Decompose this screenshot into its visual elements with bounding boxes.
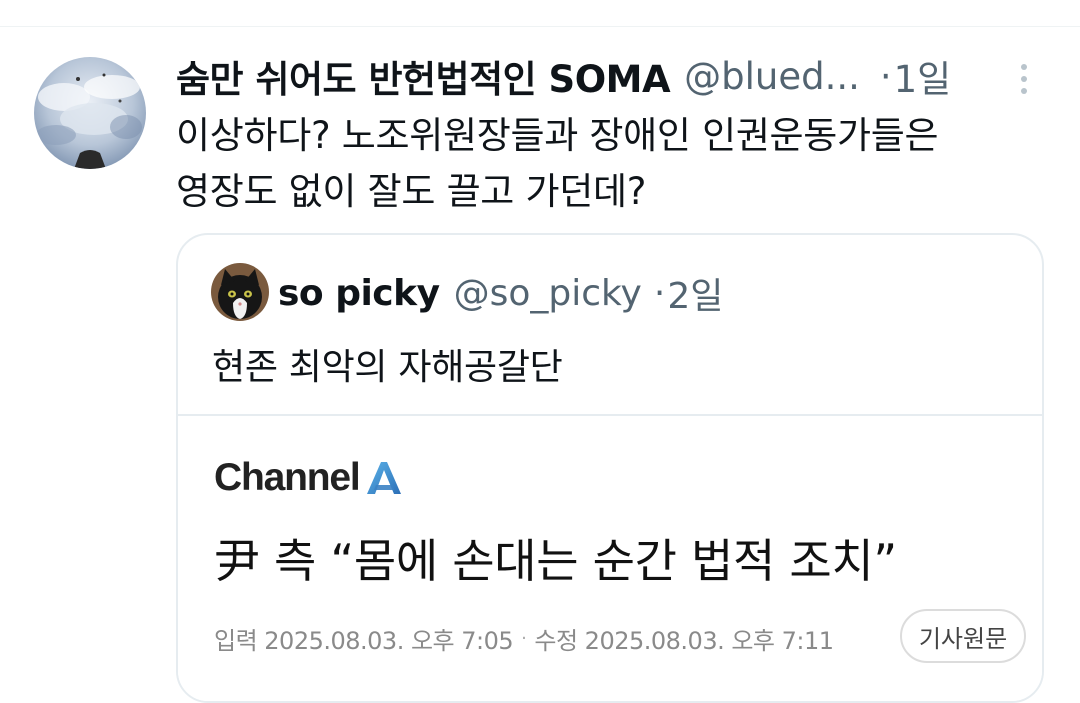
tweet-text: 이상하다? 노조위원장들과 장애인 인권운동가들은 영장도 없이 잘도 끌고 가… xyxy=(176,108,1036,220)
quote-separator-dot: · xyxy=(653,272,666,314)
original-article-button[interactable]: 기사원문 xyxy=(900,609,1026,663)
quote-user-handle[interactable]: @so_picky xyxy=(454,273,642,314)
modified-date: 수정 2025.08.03. 오후 7:11 xyxy=(534,627,834,655)
quote-timestamp[interactable]: 2일 xyxy=(667,267,723,319)
quote-tweet-card[interactable]: so picky @so_picky · 2일 현존 최악의 자해공갈단 Cha… xyxy=(176,233,1044,703)
news-brand-name: Channel xyxy=(214,456,361,499)
news-headline: 尹 측 “몸에 손대는 순간 법적 조치” xyxy=(214,534,897,588)
timestamp[interactable]: 1일 xyxy=(894,49,952,103)
channel-a-logo-icon xyxy=(367,462,402,494)
tweet-header: 숨만 쉬어도 반헌법적인 SOMA @blued... · 1일 xyxy=(176,50,1016,102)
quote-text: 현존 최악의 자해공갈단 xyxy=(212,347,563,388)
cat-avatar-image xyxy=(211,263,269,321)
quote-header: so picky @so_picky · 2일 xyxy=(278,267,723,319)
display-name[interactable]: 숨만 쉬어도 반헌법적인 SOMA xyxy=(176,49,671,103)
avatar-image xyxy=(34,57,146,169)
published-date: 입력 2025.08.03. 오후 7:05 xyxy=(214,627,514,655)
separator-dot: · xyxy=(879,54,892,98)
tweet-text-line-1: 이상하다? 노조위원장들과 장애인 인권운동가들은 xyxy=(176,114,939,157)
news-brand: Channel xyxy=(214,456,403,500)
meta-separator: · xyxy=(521,628,527,649)
quote-display-name[interactable]: so picky xyxy=(278,273,440,314)
tweet-text-line-2: 영장도 없이 잘도 끌고 가던데? xyxy=(176,170,647,213)
avatar[interactable] xyxy=(34,57,146,169)
quote-avatar[interactable] xyxy=(211,263,269,321)
news-screenshot[interactable]: Channel 尹 측 “몸에 손대는 순간 법적 조치” 입력 2025.08… xyxy=(178,416,1042,701)
user-handle[interactable]: @blued... xyxy=(684,55,860,98)
more-vertical-icon[interactable] xyxy=(1008,58,1040,100)
top-divider xyxy=(0,26,1080,27)
news-meta: 입력 2025.08.03. 오후 7:05 · 수정 2025.08.03. … xyxy=(214,621,834,656)
